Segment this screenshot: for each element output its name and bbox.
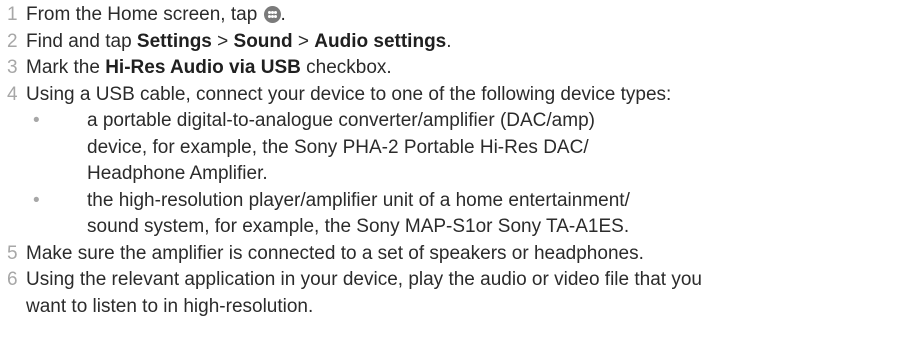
bullet-line: sound system, for example, the Sony MAP-… bbox=[87, 216, 630, 237]
step-4: 4 Using a USB cable, connect your device… bbox=[0, 82, 911, 109]
bullet-marker: • bbox=[33, 110, 40, 131]
step-text-part: Find and tap bbox=[26, 30, 137, 52]
step-text: Using a USB cable, connect your device t… bbox=[26, 83, 672, 105]
step-5: 5 Make sure the amplifier is connected t… bbox=[0, 241, 911, 268]
step-number: 4 bbox=[7, 83, 18, 105]
step-number: 6 bbox=[7, 269, 18, 290]
step-text-part: checkbox. bbox=[300, 57, 392, 78]
bullet-line: a portable digital-to-analogue converter… bbox=[87, 110, 595, 131]
step-1: 1 From the Home screen, tap . bbox=[0, 2, 911, 29]
step-text-part: . bbox=[446, 30, 452, 52]
bullet-line: device, for example, the Sony PHA-2 Port… bbox=[87, 136, 589, 158]
step-6: 6 Using the relevant application in your… bbox=[0, 267, 911, 320]
step-text: Mark the Hi-Res Audio via USB checkbox. bbox=[26, 55, 911, 82]
audio-settings-term: Audio settings bbox=[314, 30, 447, 52]
step-text-part: From the Home screen, tap bbox=[26, 4, 263, 25]
step-number: 3 bbox=[7, 57, 18, 78]
apps-icon bbox=[263, 6, 281, 23]
sound-term: Sound bbox=[233, 30, 293, 52]
step-text: From the Home screen, tap . bbox=[26, 2, 911, 29]
step-3: 3 Mark the Hi-Res Audio via USB checkbox… bbox=[0, 55, 911, 82]
step-2: 2 Find and tap Settings > Sound > Audio … bbox=[0, 29, 911, 56]
step-text-part: Mark the bbox=[26, 57, 106, 78]
step-text-part: . bbox=[280, 4, 286, 25]
path-separator: > bbox=[292, 30, 315, 52]
settings-term: Settings bbox=[136, 30, 212, 52]
step-number: 2 bbox=[7, 30, 18, 52]
bullet-line: Headphone Amplifier. bbox=[87, 163, 268, 184]
step-number: 5 bbox=[7, 242, 18, 264]
bullet-marker: • bbox=[33, 189, 40, 211]
bullet-line: the high-resolution player/amplifier uni… bbox=[87, 189, 630, 211]
bullet-item-dac: • a portable digital-to-analogue convert… bbox=[0, 108, 911, 188]
step-number: 1 bbox=[7, 4, 18, 25]
step-text-line: want to listen to in high-resolution. bbox=[26, 295, 314, 317]
path-separator: > bbox=[211, 30, 234, 52]
bullet-item-player: • the high-resolution player/amplifier u… bbox=[0, 188, 911, 241]
instruction-list: 1 From the Home screen, tap . 2 Find and… bbox=[0, 0, 911, 345]
step-text: Find and tap Settings > Sound > Audio se… bbox=[26, 29, 911, 56]
step-text: Make sure the amplifier is connected to … bbox=[26, 242, 644, 264]
hi-res-audio-term: Hi-Res Audio via USB bbox=[105, 57, 301, 78]
step-text-line: Using the relevant application in your d… bbox=[26, 269, 702, 290]
